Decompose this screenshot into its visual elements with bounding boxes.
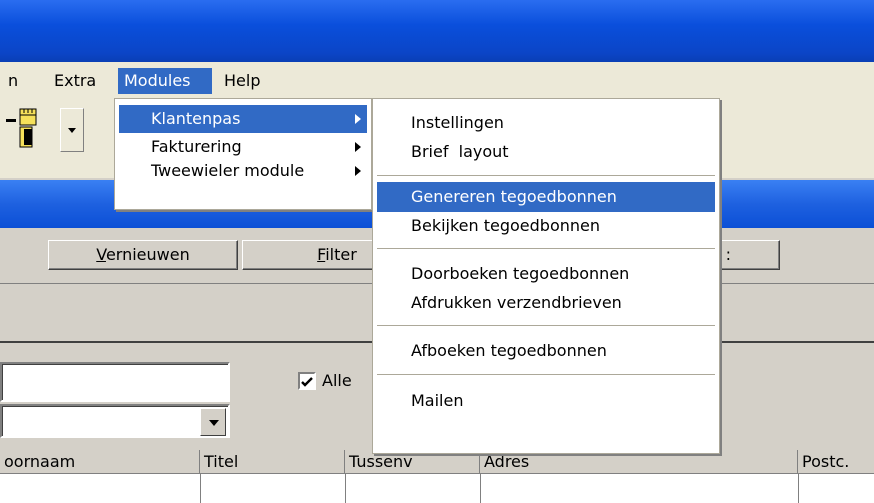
filter-accel: F	[317, 245, 326, 264]
vernieuwen-label: ernieuwen	[105, 245, 190, 264]
menu-item-fakturering[interactable]: Fakturering	[119, 135, 367, 159]
vernieuwen-accel: V	[96, 245, 106, 264]
column-header-voornaam[interactable]: oornaam	[0, 450, 200, 474]
column-header-postc[interactable]: Postc.	[798, 450, 874, 474]
menu-separator	[377, 325, 715, 326]
grid-divider	[345, 474, 346, 503]
menu-item-tweewieler-module[interactable]: Tweewieler module	[119, 159, 367, 183]
chevron-right-icon	[355, 142, 361, 152]
checkmark-icon	[301, 377, 313, 387]
ruler-icon[interactable]	[6, 105, 38, 155]
menu-item-mailen[interactable]: Mailen	[377, 387, 715, 415]
search-input[interactable]	[0, 362, 230, 402]
grid-divider	[480, 474, 481, 503]
chevron-right-icon	[355, 114, 361, 124]
vernieuwen-button[interactable]: Vernieuwen	[48, 240, 238, 270]
modules-menu: Klantenpas Fakturering Tweewieler module	[114, 98, 372, 210]
grid-body[interactable]	[0, 474, 874, 503]
toolbar-dropdown-button[interactable]	[60, 108, 84, 152]
menu-separator	[377, 248, 715, 249]
grid-divider	[200, 474, 201, 503]
grid-divider	[798, 474, 799, 503]
menu-bar: n Extra Modules Help	[0, 62, 874, 98]
menu-item-instellingen[interactable]: Instellingen	[377, 109, 715, 137]
column-header-titel[interactable]: Titel	[200, 450, 345, 474]
filter-combo[interactable]	[0, 404, 230, 438]
menu-separator	[377, 175, 715, 176]
menu-item-genereren-tegoedbonnen[interactable]: Genereren tegoedbonnen	[377, 182, 715, 212]
menu-item-modules[interactable]: Modules	[118, 68, 212, 94]
klantenpas-submenu: Instellingen Brief layout Genereren tego…	[372, 98, 720, 454]
filter-label: ilter	[325, 245, 357, 264]
menu-item-klantenpas[interactable]: Klantenpas	[119, 105, 367, 133]
alle-checkbox[interactable]	[298, 372, 316, 390]
menu-item-afboeken-tegoedbonnen[interactable]: Afboeken tegoedbonnen	[377, 336, 715, 366]
menu-item-extra[interactable]: Extra	[48, 68, 102, 94]
menu-separator	[377, 374, 715, 375]
chevron-right-icon	[355, 166, 361, 176]
title-bar	[0, 0, 874, 62]
chevron-down-icon	[209, 420, 219, 426]
menu-item-partial[interactable]: n	[2, 68, 24, 94]
combo-dropdown-button[interactable]	[200, 408, 226, 436]
menu-item-doorboeken-tegoedbonnen[interactable]: Doorboeken tegoedbonnen	[377, 259, 715, 289]
chevron-down-icon	[68, 128, 76, 133]
fakturering-label: Fakturering	[151, 137, 242, 156]
menu-item-afdrukken-verzendbrieven[interactable]: Afdrukken verzendbrieven	[377, 289, 715, 317]
menu-item-bekijken-tegoedbonnen[interactable]: Bekijken tegoedbonnen	[377, 212, 715, 240]
klantenpas-label: Klantenpas	[151, 109, 241, 128]
menu-item-brief-layout[interactable]: Brief layout	[377, 137, 715, 167]
tweewieler-label: Tweewieler module	[151, 161, 305, 180]
alle-checkbox-label: Alle	[322, 371, 352, 390]
menu-item-help[interactable]: Help	[218, 68, 266, 94]
